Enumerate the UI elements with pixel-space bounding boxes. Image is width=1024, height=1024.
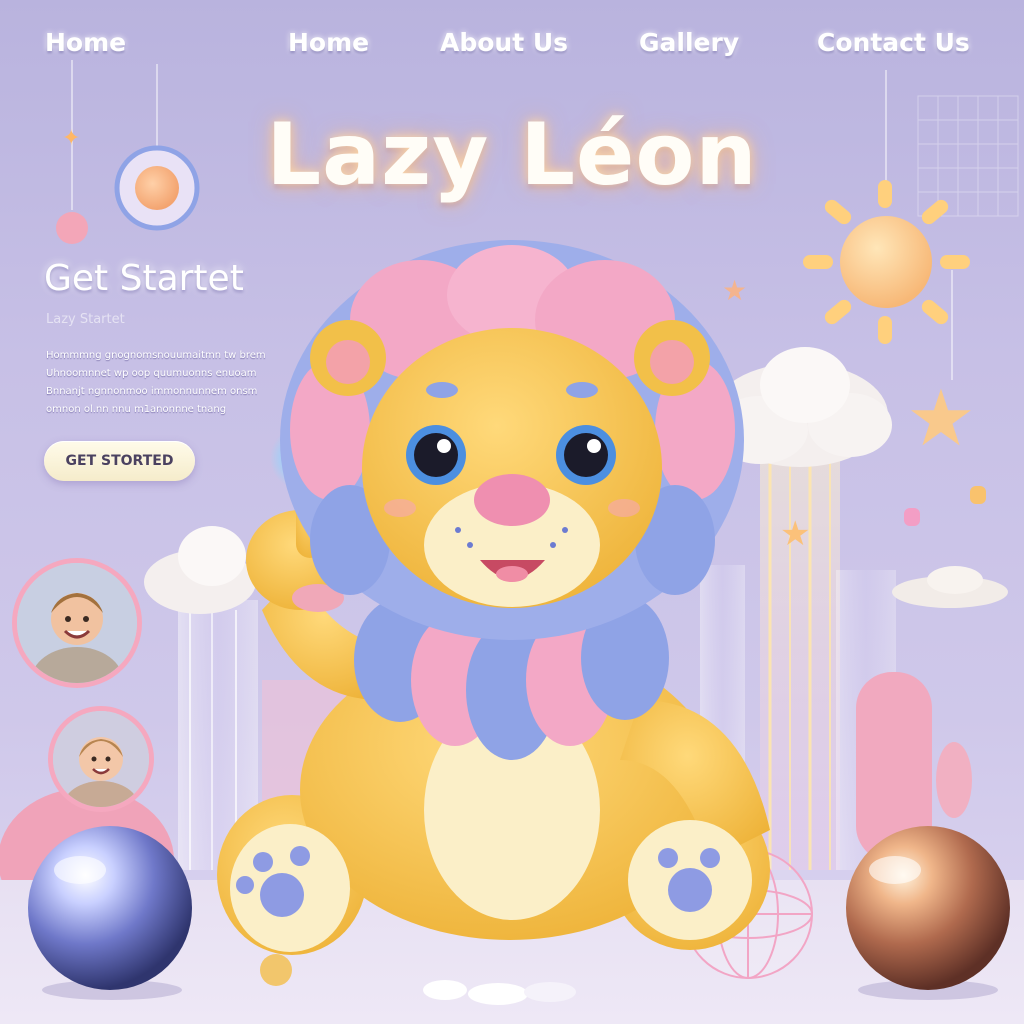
nav-home-link-2[interactable]: Home (288, 28, 369, 57)
intro-paragraph-line: omnon ol.nn nnu m1anonnne tnang (46, 404, 227, 415)
child-avatar-1[interactable] (12, 558, 142, 688)
intro-paragraph-line: Uhnoomnnet wp oop quumuonns enuoam (46, 368, 257, 379)
intro-paragraph-line: Bnnanjt ngnnonmoo immonnunnem onsm (46, 386, 258, 397)
nav-contact-link[interactable]: Contact Us (817, 28, 970, 57)
child-avatar-2[interactable] (48, 706, 154, 812)
get-started-button[interactable]: GET STORTED (44, 441, 195, 481)
intro-heading: Get Startet (44, 258, 244, 299)
page-title: Lazy Léon (266, 105, 758, 205)
nav-gallery-link[interactable]: Gallery (639, 28, 739, 57)
intro-paragraph-line: Hommmng gnognomsnouumaitmn tw brem (46, 350, 266, 361)
child-photo-2 (53, 711, 149, 807)
nav-about-link[interactable]: About Us (440, 28, 568, 57)
nav-home-link[interactable]: Home (45, 28, 126, 57)
intro-subtitle: Lazy Startet (46, 312, 125, 327)
child-photo-1 (17, 563, 137, 683)
